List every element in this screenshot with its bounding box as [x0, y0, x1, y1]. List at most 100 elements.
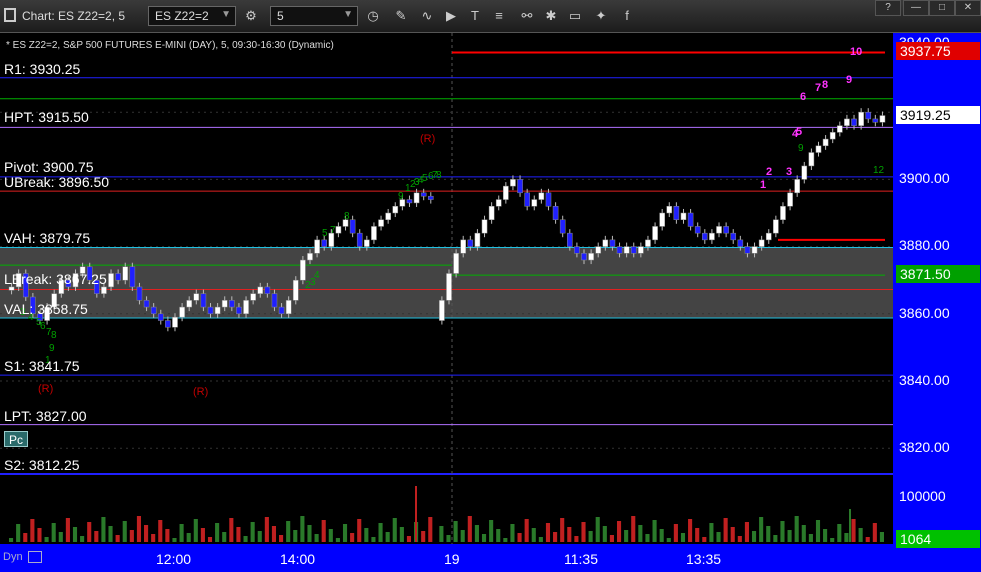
interval-input[interactable]: 5 ▼: [270, 6, 358, 26]
candle-body: [467, 239, 474, 247]
chart-style-icon[interactable]: ∿: [418, 7, 436, 25]
chevron-down-icon[interactable]: ▼: [221, 9, 231, 20]
link-icon[interactable]: ⚯: [518, 7, 536, 25]
volume-bar: [243, 536, 248, 542]
volume-bar: [399, 527, 404, 542]
pencil-icon[interactable]: ✎: [392, 7, 410, 25]
countdown-label: 2: [766, 166, 772, 178]
volume-bar: [37, 528, 42, 542]
dynamic-mode-label[interactable]: Dyn: [3, 551, 23, 563]
volume-bar: [364, 528, 369, 542]
pc-button[interactable]: Pc: [4, 431, 28, 447]
candle-body: [420, 192, 427, 197]
volume-bar: [158, 520, 163, 542]
interval-value: 5: [277, 9, 284, 23]
maximize-button[interactable]: □: [929, 0, 955, 16]
settings-icon[interactable]: ✱: [542, 7, 560, 25]
window-icon[interactable]: [28, 551, 42, 563]
candle-body: [157, 313, 164, 321]
volume-bar: [314, 534, 319, 542]
volume-bar: [666, 538, 671, 542]
candle-body: [837, 125, 843, 133]
properties-icon[interactable]: ≡: [490, 7, 508, 25]
volume-bar: [879, 532, 884, 542]
volume-bar: [446, 535, 451, 542]
volume-bar: [849, 509, 851, 542]
candle-body: [787, 192, 793, 207]
candle-body: [524, 192, 530, 207]
candle-body: [356, 232, 363, 247]
candle-body: [702, 232, 708, 241]
volume-bar: [236, 527, 241, 542]
candle-body: [453, 253, 459, 274]
candle-body: [292, 279, 299, 301]
help-button[interactable]: ?: [875, 0, 901, 16]
volume-bar: [830, 538, 835, 542]
chevron-down-icon[interactable]: ▼: [343, 9, 353, 20]
poc-price-marker: 3871.50: [896, 265, 980, 283]
volume-bar: [744, 522, 749, 542]
candle-body: [278, 306, 285, 315]
minimize-button[interactable]: —: [903, 0, 929, 16]
volume-bar: [759, 517, 764, 542]
gear-icon[interactable]: ⚙: [242, 7, 260, 25]
candle-body: [680, 212, 687, 220]
candle-body: [794, 179, 800, 194]
chart-plot-area[interactable]: 3 4 567 8912 345 7891 2345 67891212 34567 8 910: [0, 33, 893, 544]
time-tick-label: 12:00: [156, 551, 192, 567]
candle-body: [602, 239, 609, 247]
close-button[interactable]: ✕: [955, 0, 981, 16]
level-label-lpt: LPT: 3827.00: [4, 408, 87, 424]
candle-body: [638, 246, 644, 254]
candle-body: [129, 266, 136, 288]
candle-body: [574, 246, 580, 254]
symbol-input[interactable]: ES Z22=2 ▼: [148, 6, 236, 26]
candle-body: [8, 286, 15, 291]
candle-body: [207, 306, 214, 315]
volume-bar: [638, 525, 643, 542]
setup-count-label: 7: [330, 225, 336, 236]
volume-bar: [773, 535, 778, 542]
candle-body: [844, 118, 850, 126]
volume-bar: [286, 521, 291, 542]
clock-icon[interactable]: ◷: [364, 7, 382, 25]
chat-icon[interactable]: ▭: [566, 7, 584, 25]
twitter-icon[interactable]: ✦: [592, 7, 610, 25]
volume-bar: [730, 527, 735, 542]
volume-bar: [16, 524, 21, 542]
volume-bar: [415, 486, 417, 542]
candle-body: [250, 293, 256, 301]
volume-bar: [702, 537, 707, 542]
volume-bar: [489, 520, 494, 542]
candle-body: [439, 300, 445, 321]
candle-body: [503, 185, 509, 200]
volume-bar: [144, 525, 149, 542]
volume-bar: [129, 530, 134, 542]
volume-bar: [588, 531, 593, 542]
volume-bar: [222, 532, 227, 542]
window-title: Chart: ES Z22=2, 5: [22, 9, 126, 23]
volume-bar: [115, 535, 120, 542]
candle-body: [165, 320, 171, 328]
facebook-icon[interactable]: f: [618, 7, 636, 25]
candle-body: [545, 192, 552, 207]
play-icon[interactable]: ▶: [442, 7, 460, 25]
volume-bar: [264, 517, 269, 542]
volume-bar: [350, 533, 355, 542]
countdown-label: 6: [800, 91, 806, 103]
setup-count-label: 4: [314, 270, 320, 281]
volume-bar: [645, 534, 650, 542]
candle-body: [378, 219, 384, 227]
text-tool-icon[interactable]: T: [466, 7, 484, 25]
time-axis[interactable]: [0, 544, 981, 572]
volume-bar: [481, 534, 487, 542]
candle-body: [150, 306, 157, 315]
volume-bar: [428, 517, 433, 542]
volume-bar: [680, 533, 686, 542]
candle-body: [481, 219, 488, 234]
volume-bar: [136, 516, 142, 542]
level-label-lbreak: LBreak: 3867.25: [4, 271, 107, 287]
level-label-pivot: Pivot: 3900.75: [4, 159, 94, 175]
candle-body: [879, 115, 886, 123]
volume-bar: [257, 531, 262, 542]
